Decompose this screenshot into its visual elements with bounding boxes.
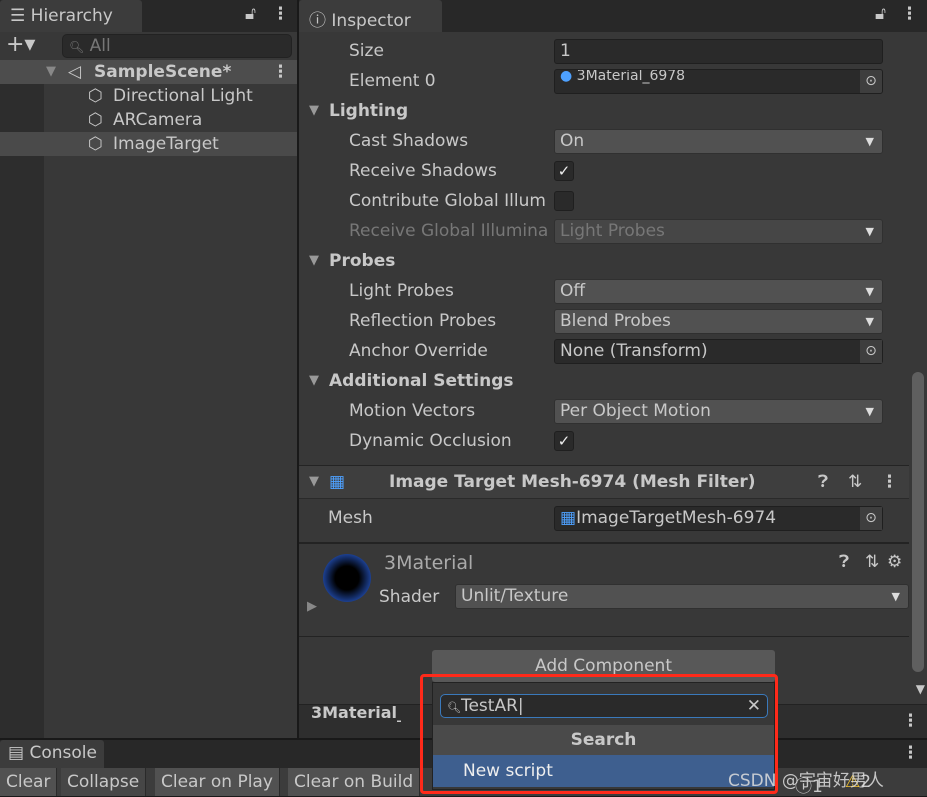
more-icon[interactable]: ⋮ bbox=[901, 4, 918, 24]
inspector-tabbar: ⓘ Inspector 🔓︎ ⋮ bbox=[299, 0, 927, 32]
info-icon: ⓘ bbox=[309, 11, 332, 31]
tab-inspector[interactable]: ⓘ Inspector bbox=[299, 0, 442, 32]
preset-icon[interactable]: ⇅ bbox=[865, 552, 879, 572]
dynamic-occlusion-checkbox[interactable]: ✓ bbox=[554, 431, 574, 451]
help-icon[interactable]: ❓︎ bbox=[839, 552, 849, 572]
object-picker-icon[interactable]: ⊙ bbox=[860, 507, 882, 530]
popup-header: Search bbox=[433, 725, 774, 755]
material-section: 3Material ❓︎ ⇅ ⚙ ▶ Shader Unlit/Texture bbox=[299, 542, 909, 637]
list-icon: ☰ bbox=[10, 6, 31, 26]
lock-icon[interactable]: 🔓︎ bbox=[875, 4, 886, 24]
hierarchy-item-selected[interactable]: ⬡ ImageTarget bbox=[0, 132, 297, 156]
object-picker-icon[interactable]: ⊙ bbox=[860, 70, 882, 93]
gear-icon[interactable]: ⚙ bbox=[887, 552, 902, 572]
preset-icon[interactable]: ⇅ bbox=[848, 466, 862, 498]
hierarchy-item[interactable]: ⬡ ARCamera bbox=[44, 108, 297, 132]
mesh-field[interactable]: ▦ImageTargetMesh-6974 ⊙ bbox=[554, 506, 883, 531]
inspector-panel: ▼ Size 1 Element 0 ● 3Material_6978 ⊙ ▼ Ligh… bbox=[299, 32, 927, 738]
section-lighting[interactable]: Lighting bbox=[329, 96, 408, 126]
scroll-down-icon[interactable]: ▼ bbox=[916, 682, 925, 696]
add-component-popup: 🔍︎TestAR| ✕ Search New script bbox=[432, 682, 775, 790]
object-picker-icon[interactable]: ⊙ bbox=[860, 340, 882, 363]
scene-row[interactable]: ▼ ◁ SampleScene* ⋮ bbox=[0, 60, 297, 84]
watermark: CSDN @宇宙好男人 bbox=[728, 771, 884, 791]
hierarchy-tabbar: ☰ Hierarchy 🔓︎ ⋮ bbox=[0, 0, 297, 32]
component-search-input[interactable]: 🔍︎TestAR| ✕ bbox=[440, 694, 768, 718]
collapse-button[interactable]: Collapse bbox=[61, 768, 147, 796]
grid-icon: ▦ bbox=[329, 472, 346, 492]
lock-icon[interactable]: 🔓︎ bbox=[245, 4, 256, 24]
shader-dropdown[interactable]: Unlit/Texture bbox=[455, 584, 909, 609]
size-input[interactable]: 1 bbox=[554, 39, 883, 64]
console-icon: ▤ bbox=[8, 743, 30, 763]
cube-icon: ⬡ bbox=[88, 86, 103, 106]
mesh-filter-header[interactable]: ▼ ▦ Image Target Mesh-6974 (Mesh Filter) … bbox=[299, 465, 909, 499]
more-icon[interactable]: ⋮ bbox=[272, 4, 289, 24]
receive-gi-dropdown: Light Probes bbox=[554, 219, 883, 244]
help-icon[interactable]: ❓︎ bbox=[818, 466, 828, 498]
hierarchy-panel: +▾ 🔍︎ All ▼ ◁ SampleScene* ⋮ ⬡ Directiona… bbox=[0, 32, 297, 738]
light-probes-dropdown[interactable]: Off bbox=[554, 279, 883, 304]
anchor-override-field[interactable]: None (Transform) ⊙ bbox=[554, 339, 883, 364]
cube-icon: ⬡ bbox=[88, 134, 103, 154]
hierarchy-search-input[interactable]: 🔍︎ All bbox=[62, 34, 292, 58]
receive-shadows-checkbox[interactable]: ✓ bbox=[554, 161, 574, 181]
add-icon[interactable]: +▾ bbox=[6, 32, 35, 57]
unity-icon: ◁ bbox=[68, 62, 82, 82]
cube-icon: ⬡ bbox=[88, 110, 103, 130]
contribute-gi-checkbox[interactable] bbox=[554, 191, 574, 211]
search-icon: 🔍︎ bbox=[447, 701, 461, 714]
new-script-item[interactable]: New script bbox=[433, 755, 774, 787]
more-icon[interactable]: ⋮ bbox=[881, 466, 898, 498]
clear-search-icon[interactable]: ✕ bbox=[747, 695, 761, 717]
search-icon: 🔍︎ bbox=[69, 40, 85, 54]
element0-field[interactable]: ● 3Material_6978 ⊙ bbox=[554, 69, 883, 94]
clear-on-play-button[interactable]: Clear on Play bbox=[155, 768, 280, 796]
material-preview bbox=[323, 554, 371, 602]
scrollbar-thumb[interactable] bbox=[912, 372, 924, 672]
hierarchy-item[interactable]: ⬡ Directional Light bbox=[44, 84, 297, 108]
tab-hierarchy[interactable]: ☰ Hierarchy bbox=[0, 0, 142, 32]
section-additional[interactable]: Additional Settings bbox=[329, 366, 514, 396]
reflection-probes-dropdown[interactable]: Blend Probes bbox=[554, 309, 883, 334]
clear-on-build-button[interactable]: Clear on Build bbox=[288, 768, 421, 796]
cast-shadows-dropdown[interactable]: On bbox=[554, 129, 883, 154]
tab-console[interactable]: ▤ Console bbox=[0, 740, 104, 768]
motion-vectors-dropdown[interactable]: Per Object Motion bbox=[554, 399, 883, 424]
clear-button[interactable]: Clear bbox=[0, 768, 58, 796]
section-probes[interactable]: Probes bbox=[329, 246, 395, 276]
add-component-button[interactable]: Add Component bbox=[432, 650, 775, 682]
